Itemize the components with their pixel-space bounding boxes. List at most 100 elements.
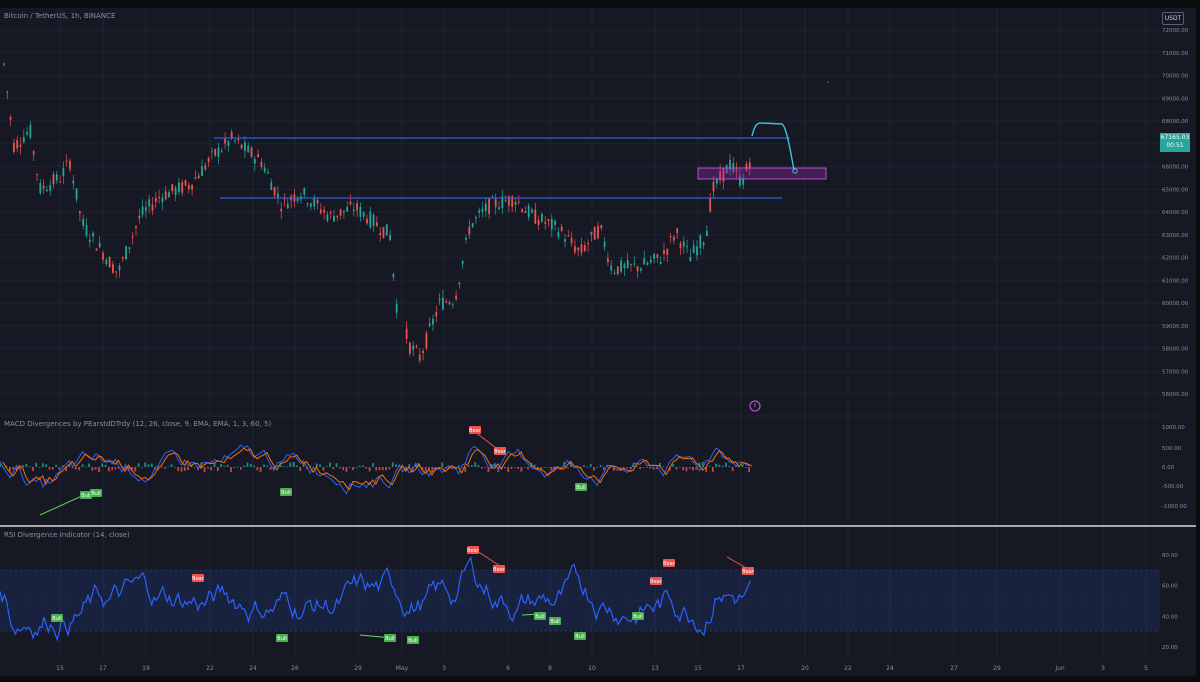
rsi-title[interactable]: RSI Divergence Indicator (14, close) [4, 531, 130, 539]
candle-body [181, 182, 184, 193]
macd-histogram-bar [589, 463, 592, 467]
macd-histogram-bar [167, 466, 170, 468]
macd-signal-labels: Bull Bull BullBearBearBull [80, 426, 587, 499]
candle-body [544, 222, 547, 224]
macd-histogram-bar [368, 467, 371, 472]
candle-body [673, 236, 675, 241]
candle-body [534, 209, 537, 224]
candle-body [577, 247, 580, 251]
candle-body [263, 167, 266, 172]
currency-badge[interactable]: USDT [1162, 12, 1184, 25]
price-axis[interactable]: 72000.00 71000.00 70000.00 69000.00 68000.00… [1162, 28, 1189, 398]
candle-body [663, 250, 665, 255]
candle-body [98, 242, 101, 248]
macd-title[interactable]: MACD Divergences by PEarstdDTrdy (12, 26… [4, 420, 271, 428]
candle-body [46, 189, 48, 192]
candle-body [3, 63, 5, 65]
candle-body [108, 257, 111, 268]
candle-body [6, 91, 9, 93]
candle-body [92, 232, 94, 237]
candle-body [696, 246, 698, 256]
candle-body [626, 259, 629, 268]
candle-body [610, 265, 613, 271]
rsi-pane[interactable]: Bull Bear Bull Bull Bull Bear Bear Bull Bull Bull… [0, 546, 1178, 651]
macd-histogram-bar [748, 467, 750, 473]
macd-histogram-bar [372, 463, 374, 467]
macd-axis-label: -500.00 [1162, 484, 1184, 490]
candle-body [121, 257, 124, 259]
chart-canvas[interactable]: 72000.00 71000.00 70000.00 69000.00 68000.00… [0, 8, 1196, 676]
macd-histogram-bar [583, 465, 585, 467]
candle-body [385, 224, 388, 236]
time-axis-label: 13 [651, 665, 659, 672]
grid-lines [0, 8, 1160, 658]
current-price-value: 67165.03 [1160, 134, 1190, 141]
candle-body [55, 174, 58, 181]
candle-body [514, 201, 517, 205]
candle-body [686, 246, 688, 248]
supply-zone-box[interactable] [697, 167, 827, 180]
rsi-signal-label: Bear [192, 576, 205, 582]
time-axis[interactable]: 15 17 19 22 24 26 29 May 3 6 8 10 13 15 17 20 22 24 27 29 Ju… [56, 665, 1148, 672]
chart-workspace[interactable]: 72000.00 71000.00 70000.00 69000.00 68000.00… [0, 8, 1196, 676]
macd-histogram-bar [474, 462, 477, 467]
time-axis-label: 29 [354, 665, 362, 672]
macd-histogram-bar [226, 464, 229, 467]
candle-body [336, 215, 339, 218]
candle-body [138, 215, 141, 219]
candle-body [141, 206, 144, 215]
candle-body [9, 116, 12, 120]
candle-body [359, 206, 362, 217]
candle-body [504, 200, 507, 202]
candle-body [630, 263, 632, 265]
alert-icon[interactable] [749, 400, 761, 412]
candle-body [164, 191, 167, 200]
time-axis-label: 24 [249, 665, 257, 672]
macd-histogram-bar [35, 462, 38, 467]
candle-body [425, 332, 428, 349]
macd-histogram-bar [504, 467, 506, 469]
time-axis-label: 3 [442, 665, 446, 672]
time-axis-label: 17 [737, 665, 745, 672]
symbol-title[interactable]: Bitcoin / TetherUS, 1h, BINANCE [4, 12, 115, 20]
candle-body [59, 181, 61, 183]
candle-body [570, 237, 573, 244]
candle-body [537, 220, 540, 225]
macd-histogram-bar [517, 467, 519, 469]
macd-histogram-bar [243, 465, 246, 467]
candle-body [547, 219, 550, 222]
candle-body [603, 241, 606, 247]
macd-pane[interactable]: Bull Bull BullBearBearBull 1000.00500.000.… [0, 415, 1187, 516]
candle-body [415, 346, 418, 348]
macd-histogram-bar [725, 462, 727, 467]
rsi-axis: 80.00 60.00 40.00 20.00 [1162, 553, 1178, 651]
time-axis-label: 19 [142, 665, 150, 672]
macd-histogram-bar [527, 467, 529, 470]
candle-body [471, 223, 474, 228]
macd-histogram-bar [477, 464, 480, 467]
macd-histogram-bar [678, 466, 681, 468]
candle-body [211, 150, 213, 152]
macd-histogram-bar [513, 466, 516, 468]
macd-axis-label: 0.00 [1162, 465, 1175, 471]
candle-body [79, 211, 81, 214]
candle-body [554, 220, 556, 225]
rsi-signal-label: Bear [493, 567, 506, 573]
time-axis-label: May [396, 665, 409, 672]
candle-body [435, 312, 438, 317]
time-axis-label: 27 [950, 665, 958, 672]
candle-body [191, 184, 193, 190]
time-axis-label: 26 [291, 665, 299, 672]
candle-body [445, 301, 448, 303]
candle-body [669, 236, 672, 238]
candle-body [593, 226, 596, 240]
macd-histogram-bar [147, 464, 150, 467]
candle-body [646, 262, 649, 265]
candle-body [204, 165, 207, 170]
macd-signal-label: Bull [281, 490, 290, 496]
price-pane[interactable] [3, 62, 829, 412]
candle-body [16, 140, 19, 149]
candle-body [574, 246, 576, 253]
candle-body [590, 231, 593, 235]
projection-path[interactable] [751, 122, 795, 171]
